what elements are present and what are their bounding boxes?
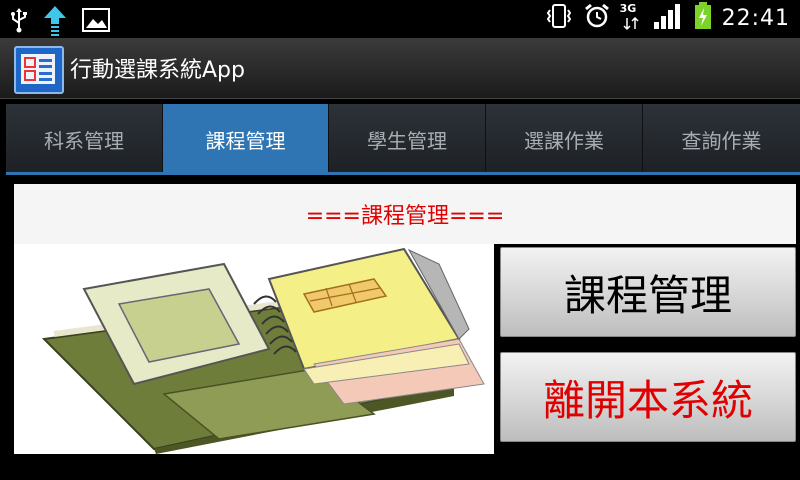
course-management-button[interactable]: 課程管理 — [500, 247, 796, 337]
section-header: ===課程管理=== — [14, 184, 796, 244]
tab-course-management[interactable]: 課程管理 — [163, 104, 329, 174]
tab-label: 學生管理 — [367, 128, 447, 153]
tab-indicator-line — [6, 172, 800, 175]
status-time: 22:41 — [721, 5, 790, 31]
alarm-icon — [584, 3, 610, 33]
exit-system-button[interactable]: 離開本系統 — [500, 352, 796, 442]
upload-icon — [42, 4, 68, 40]
network-type-label: 3G — [619, 2, 637, 15]
tab-course-selection[interactable]: 選課作業 — [486, 104, 643, 174]
exit-system-button-label: 離開本系統 — [542, 375, 753, 425]
app-icon — [14, 46, 64, 94]
tab-student-management[interactable]: 學生管理 — [329, 104, 486, 174]
battery-charging-icon — [694, 2, 712, 34]
tab-label: 選課作業 — [524, 128, 604, 153]
tab-label: 科系管理 — [44, 128, 124, 153]
course-management-button-label: 課程管理 — [563, 270, 732, 320]
tab-department-management[interactable]: 科系管理 — [6, 104, 163, 174]
image-icon — [82, 8, 110, 36]
signal-icon — [652, 2, 684, 34]
tab-label: 查詢作業 — [681, 128, 762, 153]
usb-icon — [10, 7, 28, 37]
network-type-indicator: 3G — [620, 3, 642, 33]
tab-bar: 科系管理 課程管理 學生管理 選課作業 查詢作業 — [6, 104, 800, 174]
vibrate-icon — [544, 3, 574, 33]
app-title: 行動選課系統App — [70, 58, 245, 83]
tab-content: ===課程管理=== 課程管理 離開本系統 — [12, 184, 796, 454]
tab-query[interactable]: 查詢作業 — [643, 104, 800, 174]
action-bar: 行動選課系統App — [0, 38, 800, 99]
tab-label: 課程管理 — [205, 128, 286, 153]
notebook-illustration — [14, 244, 494, 454]
status-bar: 3G 22:41 — [0, 0, 800, 38]
